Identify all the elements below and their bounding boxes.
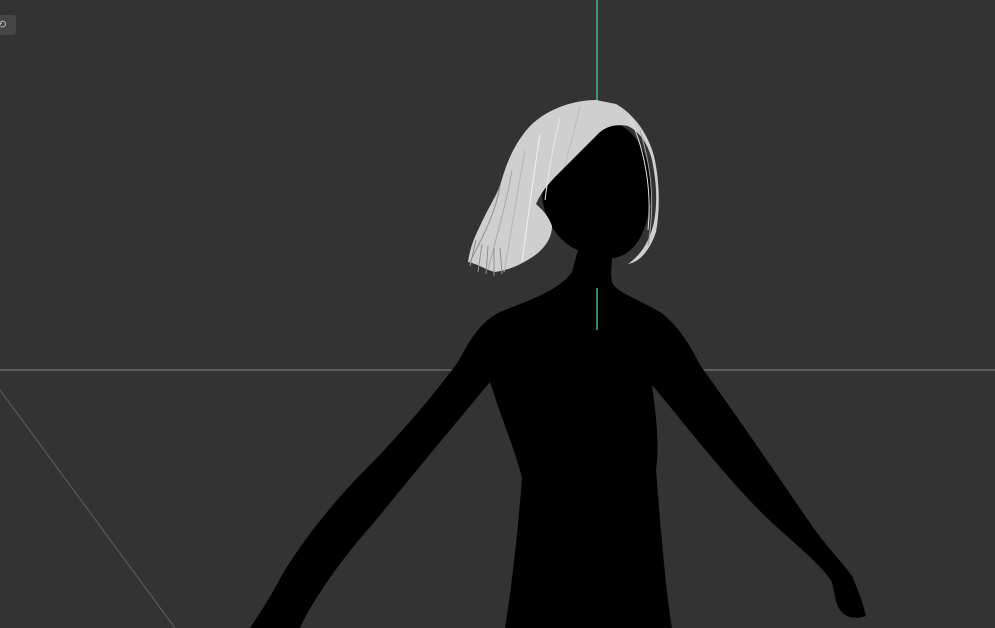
viewport-scene[interactable]: [0, 0, 995, 628]
character-silhouette: [250, 117, 866, 628]
view-toggle-button[interactable]: ⟲: [0, 15, 16, 35]
3d-viewport[interactable]: ⟲: [0, 0, 995, 628]
view-toggle-icon: ⟲: [0, 18, 7, 31]
perspective-grid-line: [0, 389, 176, 628]
